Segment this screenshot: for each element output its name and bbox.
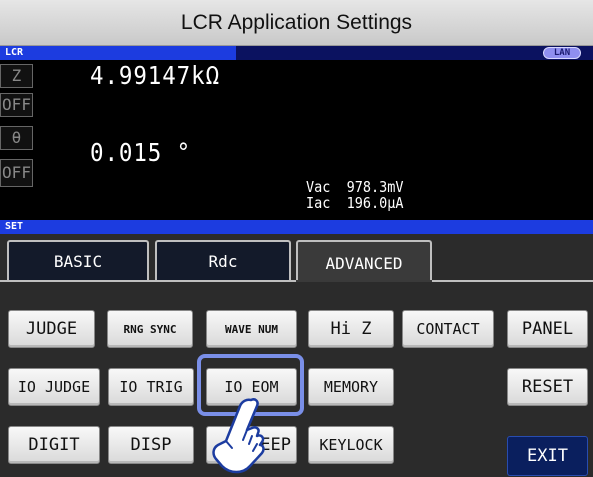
tab-basic[interactable]: BASIC xyxy=(7,240,149,280)
mode-label: LCR xyxy=(5,47,24,58)
disp-label: DISP xyxy=(130,435,172,455)
reset-button[interactable]: RESET xyxy=(507,368,588,406)
param-2-button[interactable]: OFF xyxy=(0,93,33,117)
panel-button[interactable]: PANEL xyxy=(507,310,588,348)
window-title: LCR Application Settings xyxy=(180,10,413,34)
tab-advanced[interactable]: ADVANCED xyxy=(296,240,432,284)
contact-label: CONTACT xyxy=(416,320,480,338)
keylock-button[interactable]: KEYLOCK xyxy=(308,426,394,464)
judge-label: JUDGE xyxy=(25,319,78,339)
hi-z-button[interactable]: Hi Z xyxy=(308,310,394,348)
param-1-button[interactable]: Z xyxy=(0,64,33,88)
param-3-value: 0.015 ° xyxy=(90,138,192,167)
io-judge-label: IO JUDGE xyxy=(17,378,91,396)
disp-button[interactable]: DISP xyxy=(108,426,194,464)
digit-button[interactable]: DIGIT xyxy=(8,426,100,464)
keylock-label: KEYLOCK xyxy=(319,436,383,454)
reset-label: RESET xyxy=(521,377,574,397)
set-label: SET xyxy=(5,221,24,232)
param-3-button[interactable]: θ xyxy=(0,126,33,150)
status-stripe xyxy=(236,46,593,60)
lan-indicator: LAN xyxy=(543,47,581,59)
memory-label: MEMORY xyxy=(323,378,379,396)
iac-label: Iac xyxy=(306,194,331,212)
io-trig-button[interactable]: IO TRIG xyxy=(108,368,194,406)
param-1-value: 4.99147kΩ xyxy=(90,61,221,90)
io-trig-label: IO TRIG xyxy=(119,378,183,396)
hand-pointer-icon xyxy=(212,398,265,474)
measurement-screen: LCR LAN Z OFF θ OFF 4.99147kΩ 0.015 ° Va… xyxy=(0,46,593,477)
param-4-button[interactable]: OFF xyxy=(0,159,33,187)
tab-basic-label: BASIC xyxy=(53,251,103,271)
tab-advanced-label: ADVANCED xyxy=(325,253,403,273)
tab-rdc[interactable]: Rdc xyxy=(155,240,291,280)
rng-sync-label: RNG SYNC xyxy=(123,322,177,336)
io-judge-button[interactable]: IO JUDGE xyxy=(8,368,100,406)
vac-monitor: Vac 978.3mV xyxy=(306,180,404,195)
set-stripe: SET xyxy=(0,220,593,234)
digit-label: DIGIT xyxy=(28,435,80,455)
tab-rdc-label: Rdc xyxy=(208,251,238,271)
wave-num-label: WAVE NUM xyxy=(225,322,278,336)
title-bar: LCR Application Settings xyxy=(0,0,593,46)
memory-button[interactable]: MEMORY xyxy=(308,368,394,406)
judge-button[interactable]: JUDGE xyxy=(8,310,95,348)
hi-z-label: Hi Z xyxy=(330,319,372,339)
exit-button[interactable]: EXIT xyxy=(507,436,588,476)
wave-num-button[interactable]: WAVE NUM xyxy=(206,310,297,348)
panel-label: PANEL xyxy=(521,319,574,339)
iac-monitor: Iac 196.0μA xyxy=(306,196,404,211)
rng-sync-button[interactable]: RNG SYNC xyxy=(107,310,193,348)
exit-label: EXIT xyxy=(527,446,568,466)
iac-value: 196.0μA xyxy=(346,194,404,212)
contact-button[interactable]: CONTACT xyxy=(402,310,494,348)
mode-stripe: LCR xyxy=(0,46,236,60)
